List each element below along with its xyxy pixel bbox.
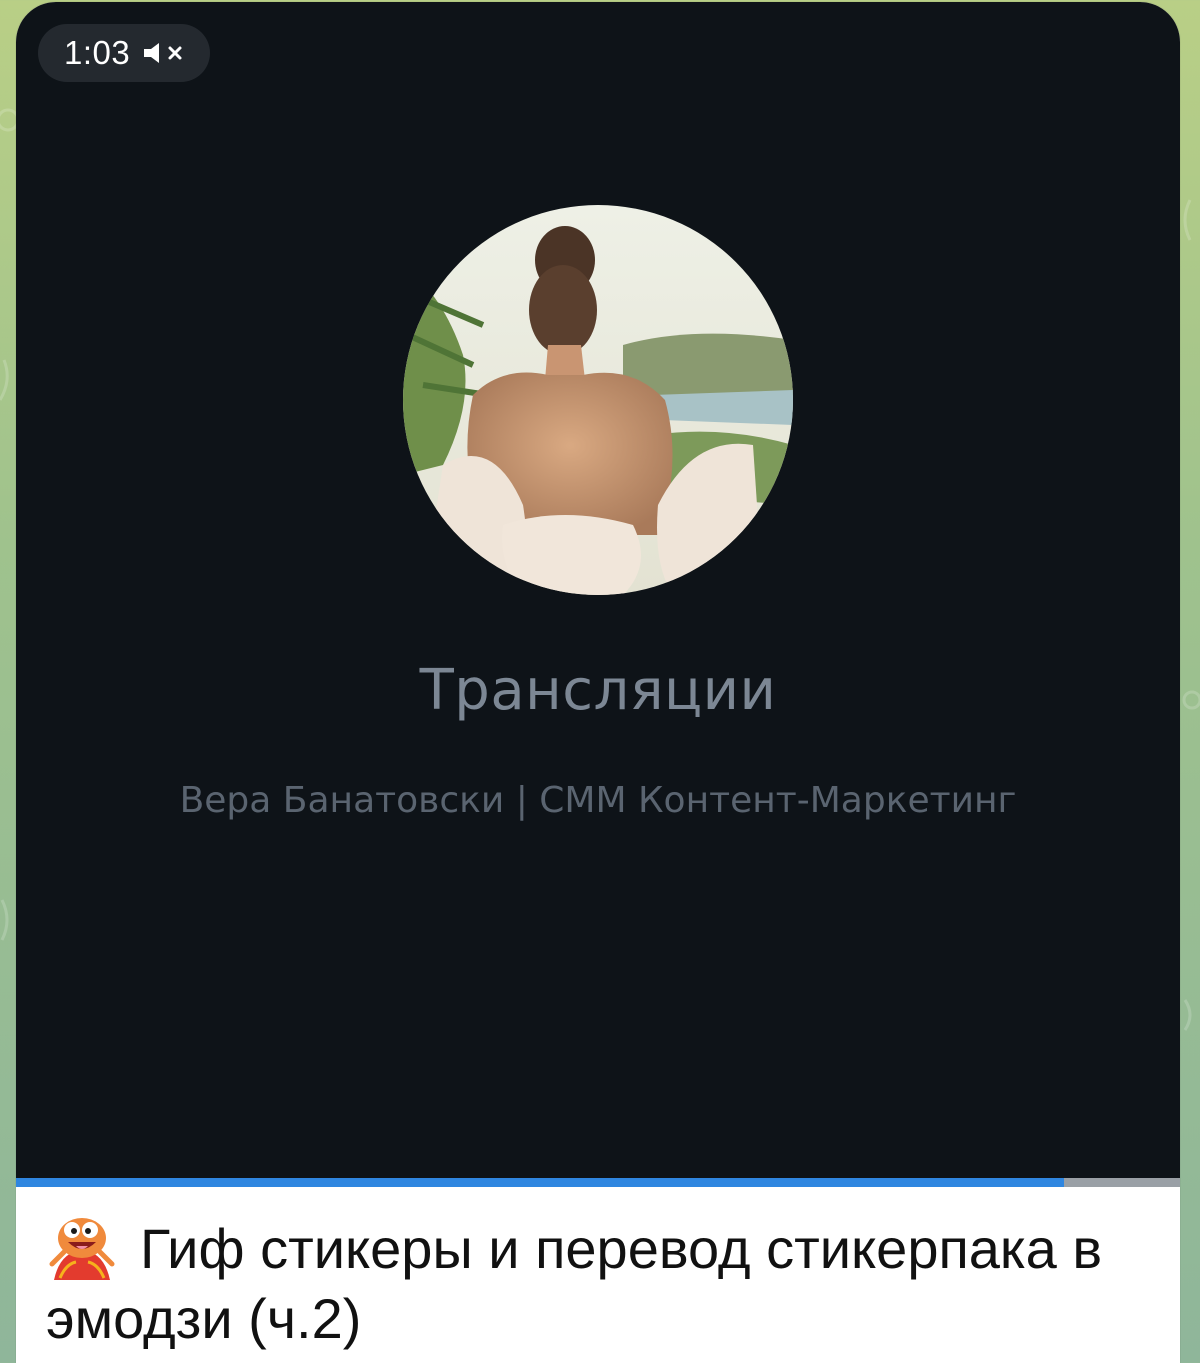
channel-avatar xyxy=(403,205,793,595)
video-progress-fill xyxy=(16,1178,1064,1187)
dancing-sticker-emoji-icon xyxy=(46,1212,118,1282)
video-player[interactable]: 1:03 Трансляции Вера Банатовски | СММ Ко… xyxy=(16,2,1180,1178)
video-message-card: 1:03 Трансляции Вера Банатовски | СММ Ко… xyxy=(16,2,1180,1363)
speaker-muted-icon[interactable] xyxy=(144,40,190,66)
caption-text: Гиф стикеры и перевод стикерпака в эмодз… xyxy=(46,1217,1103,1350)
channel-subtitle: Вера Банатовски | СММ Контент-Маркетинг xyxy=(179,780,1017,821)
channel-title: Трансляции xyxy=(419,658,777,723)
video-duration-label: 1:03 xyxy=(64,34,131,71)
video-duration-badge[interactable]: 1:03 xyxy=(38,24,211,82)
video-progress-bar[interactable] xyxy=(16,1178,1180,1187)
message-caption: Гиф стикеры и перевод стикерпака в эмодз… xyxy=(46,1212,1156,1354)
